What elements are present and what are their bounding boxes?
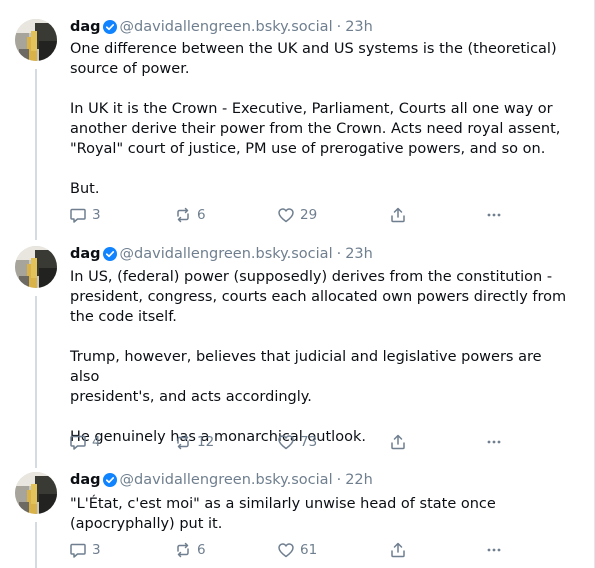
more-icon — [485, 541, 503, 559]
verified-badge-icon — [102, 473, 117, 487]
reposts-count: 6 — [197, 207, 206, 223]
share-button[interactable] — [389, 541, 407, 559]
post-header: dag @davidallengreen.bsky.social · 23h — [70, 244, 373, 264]
text-line: president's, and acts accordingly. — [70, 389, 312, 405]
verified-badge-icon — [102, 20, 117, 34]
verified-badge-icon — [102, 247, 117, 261]
avatar[interactable] — [15, 246, 57, 288]
share-button[interactable] — [389, 433, 407, 451]
replies-count: 3 — [92, 542, 101, 558]
text-line: In UK it is the Crown - Executive, Parli… — [70, 101, 553, 117]
text-line: One difference between the UK and US sys… — [70, 41, 557, 57]
more-options-button[interactable] — [485, 206, 503, 224]
text-line: "Royal" court of justice, PM use of prer… — [70, 141, 546, 157]
text-line: another derive their power from the Crow… — [70, 121, 561, 137]
separator-dot: · — [336, 246, 342, 262]
post-header: dag @davidallengreen.bsky.social · 22h — [70, 470, 373, 490]
more-icon — [485, 433, 503, 451]
text-line: "L'État, c'est moi" as a similarly unwis… — [70, 496, 496, 512]
post-timestamp[interactable]: 23h — [345, 17, 373, 37]
avatar[interactable] — [15, 19, 57, 61]
separator-dot: · — [336, 472, 342, 488]
repost-button[interactable]: 6 — [174, 541, 206, 559]
reposts-count: 12 — [197, 434, 215, 450]
share-button[interactable] — [389, 206, 407, 224]
likes-count: 29 — [300, 207, 318, 223]
heart-icon — [277, 433, 295, 451]
author-display-name[interactable]: dag — [70, 244, 101, 264]
like-button[interactable]: 73 — [277, 433, 317, 451]
author-handle[interactable]: @davidallengreen.bsky.social — [120, 470, 333, 490]
reply-icon — [69, 541, 87, 559]
avatar[interactable] — [15, 472, 57, 514]
like-button[interactable]: 61 — [277, 541, 317, 559]
text-line: Trump, however, believes that judicial a… — [70, 349, 542, 385]
post-text: "L'État, c'est moi" as a similarly unwis… — [70, 494, 570, 534]
author-handle[interactable]: @davidallengreen.bsky.social — [120, 244, 333, 264]
post-actions: 3 6 29 — [69, 206, 509, 224]
more-icon — [485, 206, 503, 224]
share-icon — [389, 206, 407, 224]
post-text: One difference between the UK and US sys… — [70, 39, 570, 199]
author-display-name[interactable]: dag — [70, 470, 101, 490]
like-button[interactable]: 29 — [277, 206, 317, 224]
text-line: In US, (federal) power (supposedly) deri… — [70, 269, 553, 285]
heart-icon — [277, 206, 295, 224]
author-handle[interactable]: @davidallengreen.bsky.social — [120, 17, 333, 37]
text-line: the code itself. — [70, 309, 177, 325]
separator-dot: · — [336, 19, 342, 35]
text-line: (apocryphally) put it. — [70, 516, 223, 532]
reply-icon — [69, 433, 87, 451]
post-text: In US, (federal) power (supposedly) deri… — [70, 267, 570, 447]
text-line: But. — [70, 181, 100, 197]
post-actions: 3 6 61 — [69, 541, 509, 559]
repost-icon — [174, 206, 192, 224]
text-line: president, congress, courts each allocat… — [70, 289, 567, 305]
post-header: dag @davidallengreen.bsky.social · 23h — [70, 17, 373, 37]
text-line: source of power. — [70, 61, 190, 77]
likes-count: 61 — [300, 542, 318, 558]
thread-line — [35, 522, 37, 568]
reply-button[interactable]: 3 — [69, 206, 101, 224]
more-options-button[interactable] — [485, 541, 503, 559]
post-actions: 4 12 73 — [69, 433, 509, 451]
replies-count: 4 — [92, 434, 101, 450]
repost-button[interactable]: 12 — [174, 433, 214, 451]
reply-button[interactable]: 4 — [69, 433, 101, 451]
reply-icon — [69, 206, 87, 224]
post-timestamp[interactable]: 22h — [345, 470, 373, 490]
heart-icon — [277, 541, 295, 559]
author-display-name[interactable]: dag — [70, 17, 101, 37]
thread-line — [35, 296, 37, 468]
post-timestamp[interactable]: 23h — [345, 244, 373, 264]
more-options-button[interactable] — [485, 433, 503, 451]
repost-icon — [174, 541, 192, 559]
share-icon — [389, 433, 407, 451]
replies-count: 3 — [92, 207, 101, 223]
reply-button[interactable]: 3 — [69, 541, 101, 559]
repost-button[interactable]: 6 — [174, 206, 206, 224]
repost-icon — [174, 433, 192, 451]
share-icon — [389, 541, 407, 559]
likes-count: 73 — [300, 434, 318, 450]
thread-line — [35, 69, 37, 240]
reposts-count: 6 — [197, 542, 206, 558]
